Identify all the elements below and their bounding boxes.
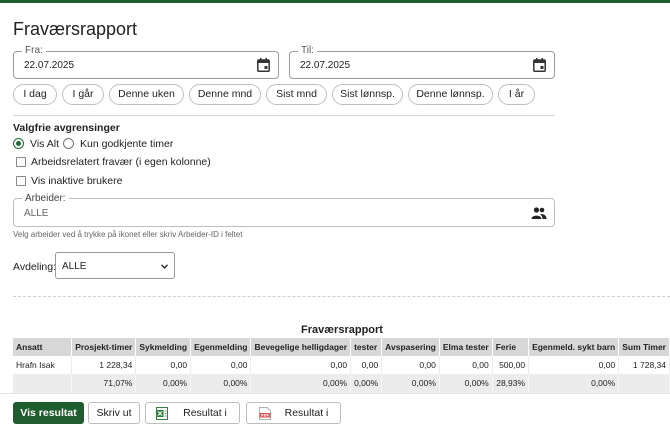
table-cell: 0,00	[190, 356, 252, 375]
column-header: Prosjekt-timer	[71, 338, 137, 356]
excel-export-label: Resultat i Excel	[183, 407, 227, 419]
column-header: Ansatt	[13, 338, 73, 356]
checkbox-work-related-label[interactable]: Arbeidsrelatert fravær (i egen kolonne)	[31, 156, 211, 168]
column-header: Bevegelige helligdager	[250, 338, 352, 356]
pdf-file-icon: PDF	[259, 407, 271, 420]
column-header: Egenmelding	[190, 338, 252, 356]
report-separator	[13, 296, 670, 297]
table-cell: 71,07%	[71, 374, 137, 393]
column-header: Sykmelding	[135, 338, 192, 356]
range-chip-this-pay-period[interactable]: Denne lønnsp.	[408, 84, 493, 105]
to-date-field[interactable]: Til: 22.07.2025	[289, 45, 555, 79]
range-chip-this-year[interactable]: I år	[498, 84, 535, 105]
column-header: Avspasering	[381, 338, 440, 356]
table-cell: 0,00%	[135, 374, 192, 393]
table-cell: 0,00	[135, 356, 192, 375]
from-date-value[interactable]: 22.07.2025	[24, 60, 74, 71]
calendar-icon[interactable]	[257, 58, 270, 72]
top-accent-bar	[0, 0, 670, 3]
checkbox-inactive-users[interactable]	[16, 176, 26, 186]
excel-export-button[interactable]: Resultat i Excel	[145, 402, 240, 424]
range-chip-last-pay-period[interactable]: Sist lønnsp.	[332, 84, 403, 105]
chevron-down-icon	[161, 264, 168, 269]
table-row: Hrafn Isak 1 228,34 0,00 0,00 0,00 0,00 …	[13, 356, 670, 375]
radio-approved-only[interactable]	[63, 138, 74, 149]
table-cell: 0,00%	[439, 374, 493, 393]
excel-file-icon	[156, 407, 168, 420]
worker-field-hint: Velg arbeider ved å trykke på ikonet ell…	[13, 230, 243, 239]
table-cell: 500,00	[492, 356, 530, 375]
from-date-label: Fra:	[22, 45, 46, 57]
table-cell: 0,00	[350, 356, 383, 375]
column-header: tester	[350, 338, 383, 356]
table-cell: 0,00%	[350, 374, 383, 393]
checkbox-inactive-users-label[interactable]: Vis inaktive brukere	[31, 175, 122, 187]
worker-field-value[interactable]: ALLE	[24, 208, 48, 219]
column-header: Egenmeld. sykt barn	[528, 338, 620, 356]
table-cell: 0,00	[528, 356, 620, 375]
column-header: Ferie	[492, 338, 530, 356]
people-icon[interactable]	[531, 207, 547, 219]
department-select[interactable]: ALLE	[55, 252, 175, 279]
calendar-icon[interactable]	[533, 58, 546, 72]
radio-show-all[interactable]	[13, 138, 24, 149]
show-result-button[interactable]: Vis resultat	[13, 402, 84, 424]
table-cell: 1 728,34	[618, 356, 670, 375]
table-cell: 0,00%	[250, 374, 352, 393]
range-chip-this-week[interactable]: Denne uken	[109, 84, 184, 105]
report-header-row: Ansatt Prosjekt-timer Sykmelding Egenmel…	[13, 338, 670, 356]
report-table: Ansatt Prosjekt-timer Sykmelding Egenmel…	[13, 338, 670, 393]
table-cell: 0,00	[381, 356, 440, 375]
to-date-label: Til:	[298, 45, 317, 57]
table-cell: 0,00	[250, 356, 352, 375]
table-cell: 0,00	[439, 356, 493, 375]
checkbox-work-related[interactable]	[16, 157, 26, 167]
department-label: Avdeling:	[13, 261, 57, 273]
table-cell: 0,00%	[190, 374, 252, 393]
range-chip-last-month[interactable]: Sist mnd	[266, 84, 327, 105]
worker-field-label: Arbeider:	[22, 193, 69, 205]
svg-text:PDF: PDF	[261, 414, 270, 418]
page-title: Fraværsrapport	[13, 19, 138, 39]
section-divider	[13, 115, 555, 116]
range-chip-this-month[interactable]: Denne mnd	[189, 84, 261, 105]
department-select-value[interactable]: ALLE	[62, 261, 86, 272]
table-row-percent: 71,07% 0,00% 0,00% 0,00% 0,00% 0,00% 0,0…	[13, 374, 670, 393]
radio-show-all-label[interactable]: Vis Alt	[30, 138, 59, 150]
table-cell: 1 228,34	[71, 356, 137, 375]
table-cell: Hrafn Isak	[13, 356, 73, 375]
table-cell	[618, 374, 670, 393]
column-header: Sum Timer	[618, 338, 670, 356]
table-cell: 0,00%	[528, 374, 620, 393]
pdf-export-label: Resultat i PDF	[284, 407, 329, 419]
to-date-value[interactable]: 22.07.2025	[300, 60, 350, 71]
pdf-export-button[interactable]: PDF Resultat i PDF	[246, 402, 341, 424]
from-date-field[interactable]: Fra: 22.07.2025	[13, 45, 279, 79]
radio-approved-only-label[interactable]: Kun godkjente timer	[80, 138, 173, 150]
column-header: Elma tester	[439, 338, 493, 356]
print-button[interactable]: Skriv ut	[88, 402, 140, 424]
range-chip-today[interactable]: I dag	[13, 84, 57, 105]
table-cell: 0,00%	[381, 374, 440, 393]
range-chip-yesterday[interactable]: I går	[62, 84, 104, 105]
report-title: Fraværsrapport	[301, 324, 383, 336]
worker-field[interactable]: Arbeider: ALLE	[13, 193, 555, 227]
filters-heading: Valgfrie avgrensinger	[13, 122, 120, 134]
table-cell: 28,93%	[492, 374, 530, 393]
table-cell	[13, 374, 73, 393]
